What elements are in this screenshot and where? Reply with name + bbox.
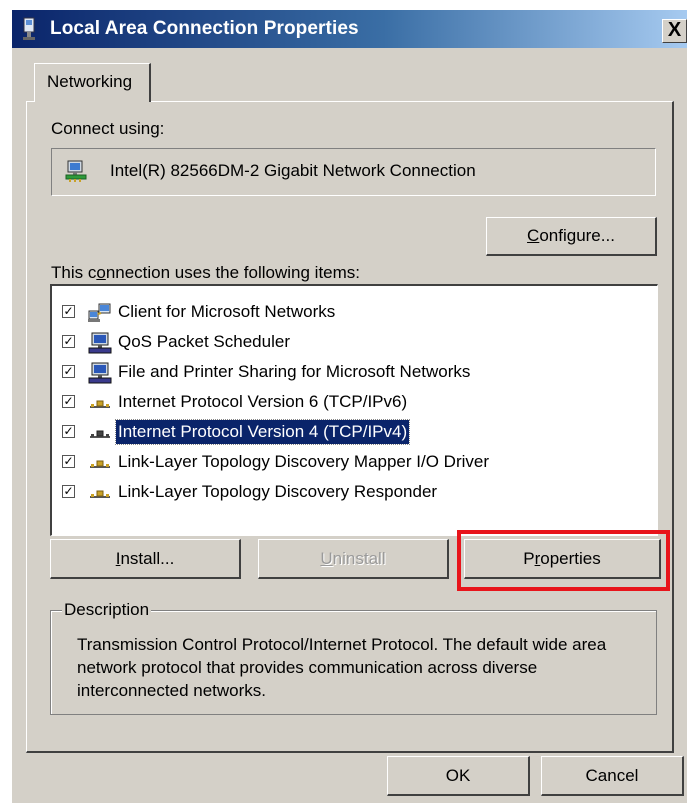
item-checkbox[interactable]: ✓ [62, 395, 75, 408]
item-label: QoS Packet Scheduler [118, 332, 290, 351]
list-item-ipv4[interactable]: ✓ Internet Protocol Version 4 (TCP/IPv4) [62, 419, 652, 448]
connect-using-label: Connect using: [51, 119, 165, 138]
ok-button[interactable]: OK [387, 756, 530, 796]
list-item-lltd-responder[interactable]: ✓ Link-Layer Topology Discovery Responde… [62, 480, 652, 508]
component-list[interactable]: ✓ Client for Microsoft Networks ✓ QoS Pa… [50, 284, 658, 536]
configure-label-post: onfigure... [539, 226, 615, 245]
item-checkbox[interactable]: ✓ [62, 485, 75, 498]
items-label: This connection uses the following items… [51, 263, 360, 283]
item-label: File and Printer Sharing for Microsoft N… [118, 362, 471, 381]
adapter-name: Intel(R) 82566DM-2 Gigabit Network Conne… [110, 161, 476, 180]
protocol-icon [90, 430, 110, 438]
item-checkbox[interactable]: ✓ [62, 335, 75, 348]
title-bar[interactable]: Local Area Connection Properties [12, 10, 687, 48]
adapter-field: Intel(R) 82566DM-2 Gigabit Network Conne… [51, 148, 656, 196]
properties-highlight-box [457, 530, 670, 591]
item-label: Internet Protocol Version 4 (TCP/IPv4) [114, 419, 411, 445]
cancel-button[interactable]: Cancel [541, 756, 684, 796]
items-label-pre: This c [51, 263, 97, 282]
item-checkbox[interactable]: ✓ [62, 425, 75, 438]
protocol-icon [90, 460, 110, 468]
protocol-icon [90, 490, 110, 498]
install-button[interactable]: Install... [50, 539, 241, 579]
list-item-client-for-microsoft-networks[interactable]: ✓ Client for Microsoft Networks [62, 300, 652, 328]
items-label-post: nnection uses the following items: [105, 263, 361, 282]
tab-networking[interactable]: Networking [34, 63, 151, 102]
configure-button[interactable]: Configure... [486, 217, 657, 256]
list-item-file-and-printer-sharing[interactable]: ✓ File and Printer Sharing for Microsoft… [62, 360, 652, 388]
network-adapter-icon [65, 160, 87, 182]
configure-label-key: C [527, 226, 540, 245]
network-client-icon [88, 303, 111, 322]
protocol-icon [90, 400, 110, 408]
items-label-key: o [96, 263, 106, 282]
description-text: Transmission Control Protocol/Internet P… [77, 635, 607, 700]
uninstall-button[interactable]: Uninstall [258, 539, 449, 579]
computer-service-icon [88, 332, 112, 354]
description-legend: Description [62, 600, 152, 620]
install-label-post: nstall... [120, 549, 175, 568]
computer-service-icon [88, 362, 112, 384]
item-label: Internet Protocol Version 6 (TCP/IPv6) [118, 392, 408, 411]
properties-dialog: Local Area Connection Properties X Netwo… [12, 10, 687, 803]
list-item-ipv6[interactable]: ✓ Internet Protocol Version 6 (TCP/IPv6) [62, 390, 652, 418]
item-label: Client for Microsoft Networks [118, 302, 336, 321]
close-button[interactable]: X [662, 19, 687, 43]
item-checkbox[interactable]: ✓ [62, 455, 75, 468]
description-group: Description Transmission Control Protoco… [50, 600, 657, 715]
item-label: Link-Layer Topology Discovery Responder [118, 482, 438, 501]
item-checkbox[interactable]: ✓ [62, 365, 75, 378]
uninstall-label-post: ninstall [332, 549, 386, 568]
item-label: Link-Layer Topology Discovery Mapper I/O… [118, 452, 489, 471]
network-connection-icon [23, 17, 35, 40]
list-item-qos-packet-scheduler[interactable]: ✓ QoS Packet Scheduler [62, 330, 652, 358]
list-item-lltd-mapper[interactable]: ✓ Link-Layer Topology Discovery Mapper I… [62, 450, 652, 478]
item-checkbox[interactable]: ✓ [62, 305, 75, 318]
uninstall-label-key: U [320, 549, 333, 568]
window-title: Local Area Connection Properties [50, 18, 359, 39]
